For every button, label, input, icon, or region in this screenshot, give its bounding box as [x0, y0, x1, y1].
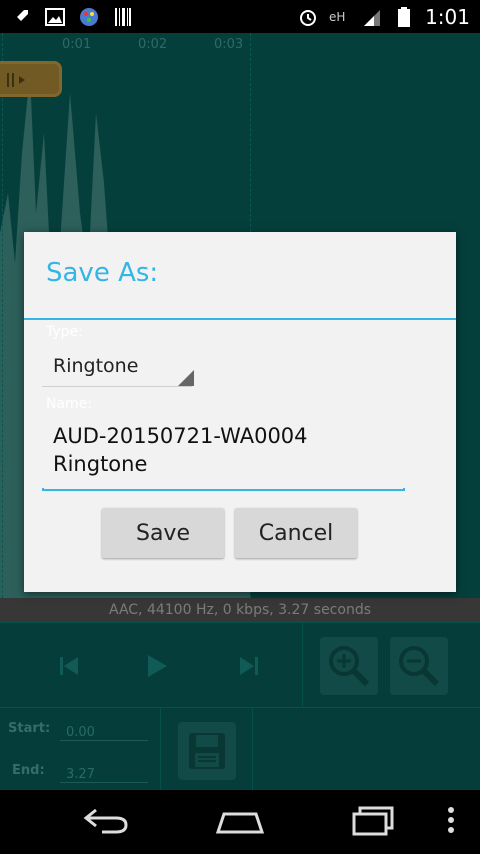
type-spinner[interactable]: Ringtone: [42, 342, 194, 387]
name-label: Name:: [46, 396, 93, 412]
recents-button[interactable]: [350, 804, 398, 840]
signal-icon: [361, 7, 383, 27]
battery-icon: [393, 6, 415, 27]
type-spinner-value: Ringtone: [53, 355, 139, 377]
dialog-title: Save As:: [46, 258, 159, 288]
name-input[interactable]: AUD-20150721-WA0004 Ringtone: [42, 422, 415, 486]
paint-icon: [78, 7, 100, 27]
image-icon: [44, 7, 66, 27]
barcode-icon: [112, 7, 134, 27]
save-as-dialog: Save As: Type: Ringtone Name: AUD-201507…: [24, 232, 456, 592]
home-button[interactable]: [214, 804, 266, 840]
navigation-bar: [0, 790, 480, 854]
back-button[interactable]: [82, 804, 130, 840]
name-input-line2: Ringtone: [53, 452, 148, 476]
name-input-underline: [42, 488, 405, 491]
spinner-arrow-icon: [178, 370, 194, 386]
menu-icon: [448, 807, 454, 833]
alarm-icon: [297, 7, 319, 27]
status-bar: eH 1:01: [0, 0, 480, 33]
overflow-menu-button[interactable]: [446, 804, 456, 840]
name-input-line1: AUD-20150721-WA0004: [53, 424, 308, 448]
network-icon: eH: [329, 7, 351, 27]
rocket-icon: [10, 7, 32, 27]
save-button[interactable]: Save: [102, 508, 224, 558]
recents-icon: [352, 806, 394, 836]
cancel-button[interactable]: Cancel: [235, 508, 357, 558]
back-icon: [83, 808, 128, 834]
home-icon: [215, 812, 265, 834]
svg-text:eH: eH: [329, 10, 345, 24]
status-time: 1:01: [425, 4, 470, 29]
type-label: Type:: [46, 324, 83, 340]
dialog-title-divider: [24, 318, 456, 320]
